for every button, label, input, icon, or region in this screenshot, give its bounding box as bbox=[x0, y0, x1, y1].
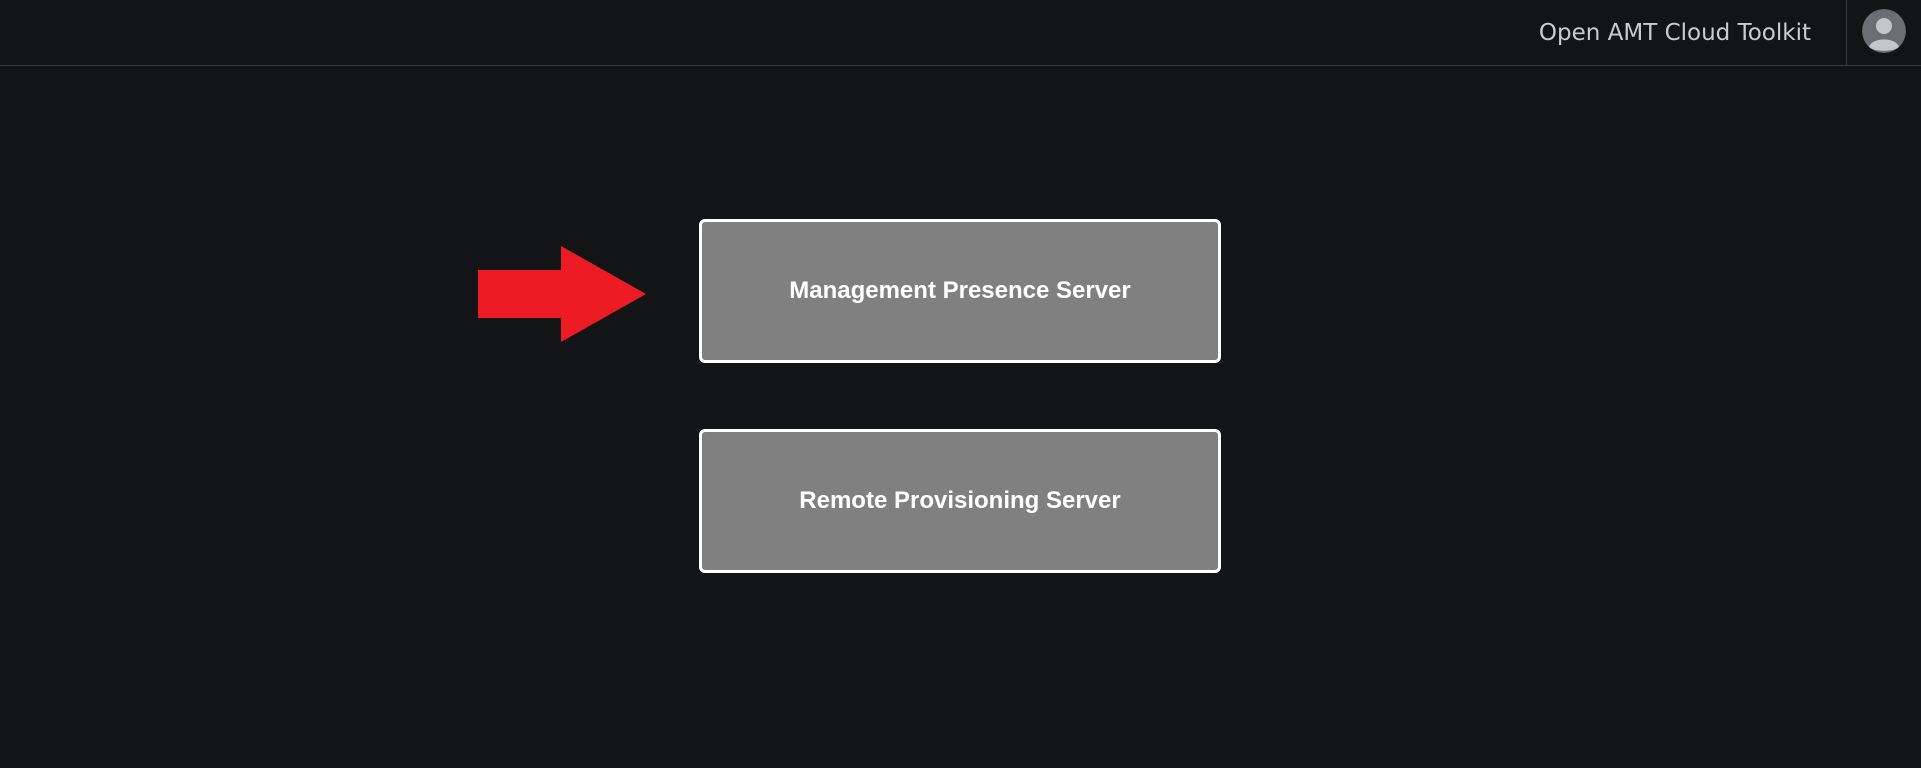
red-arrow-icon bbox=[478, 246, 648, 344]
top-navbar: Open AMT Cloud Toolkit bbox=[0, 0, 1921, 66]
tile-label: Management Presence Server bbox=[789, 277, 1131, 304]
navbar-divider bbox=[1846, 0, 1847, 66]
remote-provisioning-server-button[interactable]: Remote Provisioning Server bbox=[699, 429, 1221, 573]
app-title: Open AMT Cloud Toolkit bbox=[1538, 20, 1811, 46]
user-avatar-icon[interactable] bbox=[1862, 9, 1906, 53]
tile-label: Remote Provisioning Server bbox=[799, 487, 1121, 514]
management-presence-server-button[interactable]: Management Presence Server bbox=[699, 219, 1221, 363]
